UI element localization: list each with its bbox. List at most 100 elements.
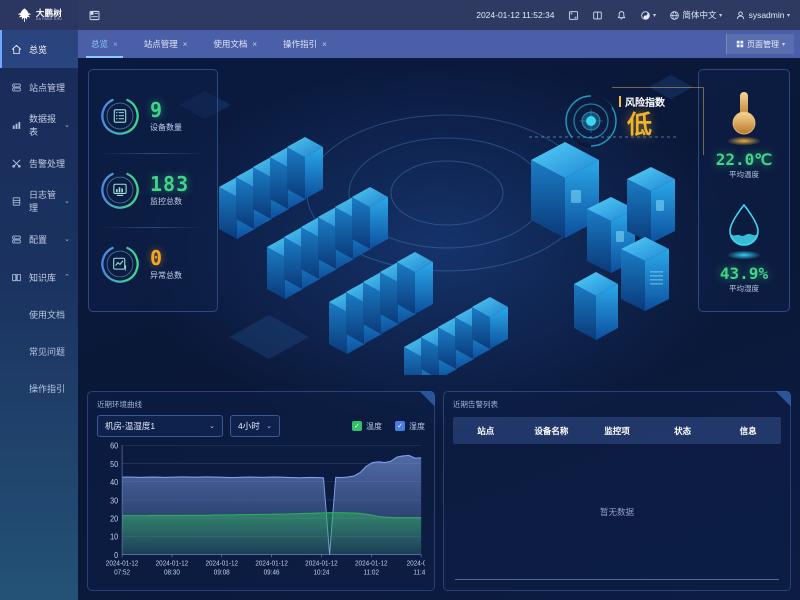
legend-temperature[interactable]: ✓ 温度 [352,421,382,432]
abnormal-total-text: 0 异常总数 [150,248,182,281]
theme-switch-button[interactable]: ▾ [640,10,656,21]
alarm-table-scrollbar[interactable] [455,579,779,580]
alarm-list-title: 近期告警列表 [453,400,498,409]
server-icon [12,83,21,91]
sidebar-label-alarm-handling: 告警处理 [29,158,66,169]
humidity-drop-icon [726,203,761,260]
close-icon-site-management[interactable]: × [183,40,188,49]
avg-temperature-value: 22.0℃ [715,149,773,169]
page-manager-caret: ▾ [781,41,785,48]
tab-bar: 总览 × 站点管理 × 使用文档 × 操作指引 × 页面管理 ▾ [78,30,800,58]
language-label: 简体中文 [682,10,717,20]
svg-text:2024-01-12: 2024-01-12 [205,560,238,567]
environment-curve-panel: 近期环境曲线 机房-温湿度1 ⌄ 4小时 ⌄ ✓ 温度 ✓ 湿度 0 10 20… [87,391,435,591]
device-count-label: 设备数量 [150,122,182,132]
column-monitor-item: 监控项 [604,425,630,436]
book-open-icon [12,273,21,281]
config-icon [12,235,21,243]
chevron-down-icon-data-report: ⌄ [64,122,70,129]
fullscreen-button[interactable] [568,10,579,21]
notifications-button[interactable] [616,10,627,21]
sidebar-item-log-management[interactable]: 日志管理 ⌄ [0,182,78,220]
sidebar-label-site-management: 站点管理 [29,82,66,93]
legend-humidity[interactable]: ✓ 湿度 [395,421,425,432]
chevron-down-icon-range: ⌄ [266,423,272,430]
fullscreen-icon [568,10,578,20]
grid-icon [736,40,744,48]
svg-text:09:08: 09:08 [214,569,230,576]
svg-text:40: 40 [110,478,118,488]
log-icon [12,196,21,206]
sidebar-subitem-usage-docs[interactable]: 使用文档 [0,296,78,333]
avg-humidity-label: 平均湿度 [728,284,759,294]
sidebar-sublabel-usage-docs: 使用文档 [29,310,66,320]
sidebar-subitem-operation-guide[interactable]: 操作指引 [0,370,78,407]
alarm-list-panel: 近期告警列表 站点 设备名称 监控项 状态 信息 暂无数据 [443,391,791,591]
sidebar-item-data-report[interactable]: 数据报表 ⌄ [0,106,78,144]
close-icon-overview[interactable]: × [113,40,118,49]
svg-text:2024-01-12: 2024-01-12 [355,560,388,567]
svg-text:07:52: 07:52 [114,569,130,576]
tab-label-overview: 总览 [91,39,109,49]
checkbox-temperature[interactable]: ✓ [352,421,362,431]
alarm-table-header: 站点 设备名称 监控项 状态 信息 [453,417,781,444]
docs-button[interactable] [592,10,603,21]
sidebar-item-site-management[interactable]: 站点管理 [0,68,78,106]
sidebar-label-log-management: 日志管理 [29,190,57,213]
svg-text:2024-01-1: 2024-01-1 [407,560,425,567]
checkbox-humidity[interactable]: ✓ [395,421,405,431]
user-caret: ▾ [786,12,790,19]
page-manager-label: 页面管理 [746,39,779,49]
monitor-total-text: 183 监控总数 [150,174,189,207]
chart-legend: ✓ 温度 ✓ 湿度 [352,421,425,432]
brand-logo[interactable]: 大鹏树 DA PANG SHU [0,0,78,30]
body-row: 总览 站点管理 数据报表 ⌄ 告警处理 日志管理 ⌄ 配置 ⌄ 知识库 ⌃ 使用… [0,30,800,600]
svg-text:10:24: 10:24 [313,569,329,576]
sidebar-item-configuration[interactable]: 配置 ⌄ [0,220,78,258]
user-menu[interactable]: sysadmin ▾ [735,10,790,21]
environment-curve-controls: 机房-温湿度1 ⌄ 4小时 ⌄ ✓ 温度 ✓ 湿度 [97,415,425,437]
sidebar-subitem-faq[interactable]: 常见问题 [0,333,78,370]
close-icon-usage-docs[interactable]: × [252,40,257,49]
device-list-icon [101,97,139,135]
svg-text:0: 0 [114,550,118,560]
environment-chart[interactable]: 0 10 20 30 40 50 60 2024-01-12 07:52 2024-01-12 08… [97,441,425,583]
device-count-ring [99,95,141,137]
device-select[interactable]: 机房-温湿度1 ⌄ [97,415,223,437]
close-icon-operation-guide[interactable]: × [322,40,327,49]
thermometer-icon [727,91,761,146]
risk-accent-bar [619,96,621,107]
language-switcher[interactable]: 简体中文 ▾ [669,9,722,21]
language-caret: ▾ [719,12,723,19]
sidebar-collapse-button[interactable] [78,0,110,30]
legend-label-temperature: 温度 [366,421,382,431]
sidebar-item-overview[interactable]: 总览 [0,30,78,68]
system-datetime: 2024-01-12 11:52:34 [476,10,555,20]
tab-operation-guide[interactable]: 操作指引 × [270,30,340,58]
tab-site-management[interactable]: 站点管理 × [131,30,201,58]
brand-name-en: DA PANG SHU [35,17,63,22]
sidebar-navigation: 总览 站点管理 数据报表 ⌄ 告警处理 日志管理 ⌄ 配置 ⌄ 知识库 ⌃ 使用… [0,30,78,600]
tab-overview[interactable]: 总览 × [78,30,131,58]
svg-text:09:46: 09:46 [264,569,280,576]
column-status: 状态 [674,425,692,436]
user-icon [737,11,745,19]
device-select-value: 机房-温湿度1 [105,421,156,431]
time-range-select[interactable]: 4小时 ⌄ [230,415,280,437]
sidebar-item-knowledge-base[interactable]: 知识库 ⌃ [0,258,78,296]
tab-label-usage-docs: 使用文档 [213,39,248,49]
sidebar-label-knowledge-base: 知识库 [29,272,57,283]
monitor-total-label: 监控总数 [150,196,182,206]
sidebar-item-alarm-handling[interactable]: 告警处理 [0,144,78,182]
theme-palette-icon [640,10,650,20]
monitor-chart-icon [101,171,139,209]
main-content: 总览 × 站点管理 × 使用文档 × 操作指引 × 页面管理 ▾ 风险指数 低 … [78,30,800,600]
book-icon [592,11,602,19]
page-manager-button[interactable]: 页面管理 ▾ [725,34,794,54]
application-root: 大鹏树 DA PANG SHU 2024-01-12 11:52:34 ▾ 简体… [0,0,800,600]
risk-index-value: 低 [627,111,653,139]
tab-usage-docs[interactable]: 使用文档 × [200,30,270,58]
svg-text:2024-01-12: 2024-01-12 [255,560,288,567]
svg-text:11:02: 11:02 [364,569,380,576]
panel-corner-decoration-left [419,391,435,407]
